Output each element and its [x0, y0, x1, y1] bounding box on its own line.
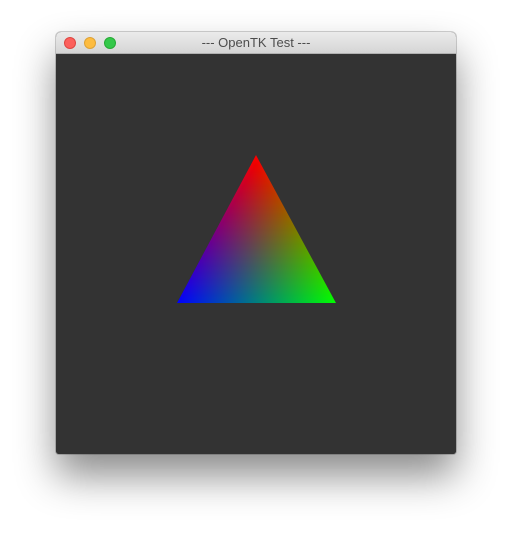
desktop-background: --- OpenTK Test --- — [0, 0, 512, 534]
title-bar[interactable]: --- OpenTK Test --- — [56, 32, 456, 54]
color-triangle — [177, 155, 336, 303]
triangle-green-vertex — [177, 155, 336, 303]
render-scene — [177, 155, 336, 303]
window-title: --- OpenTK Test --- — [201, 35, 311, 50]
app-window: --- OpenTK Test --- — [56, 32, 456, 454]
opengl-viewport[interactable] — [56, 54, 456, 454]
